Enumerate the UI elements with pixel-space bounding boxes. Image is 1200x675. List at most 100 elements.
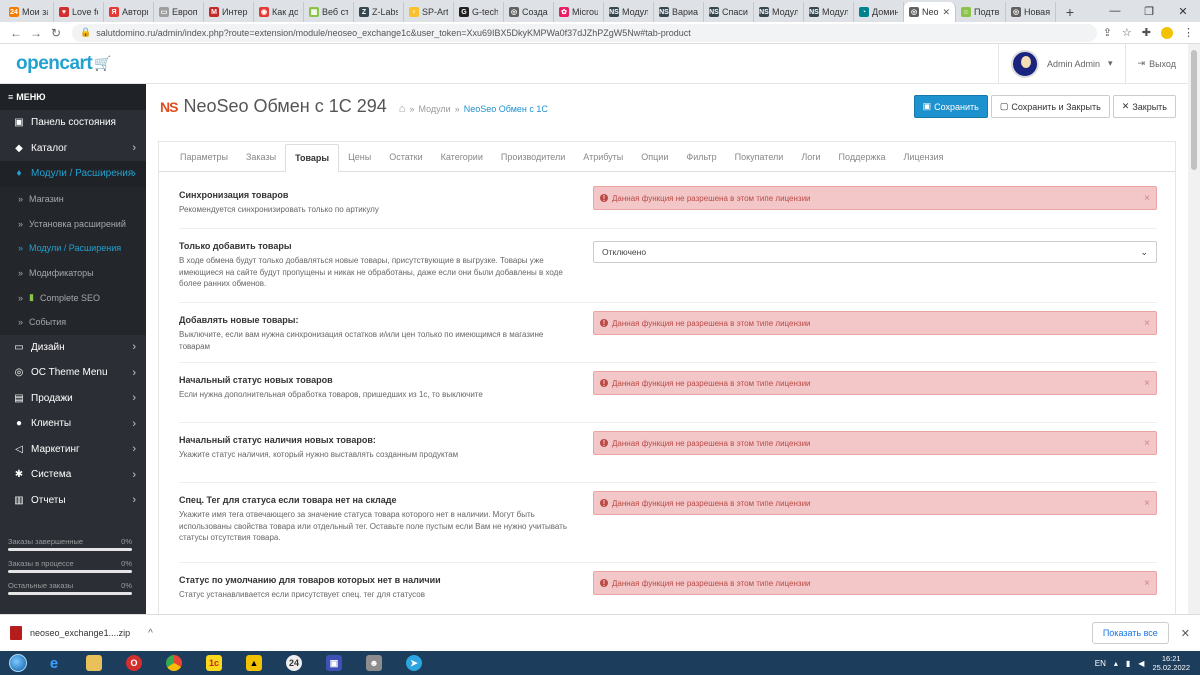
only-add-products-select[interactable]: Отключено ⌄ bbox=[593, 241, 1157, 263]
browser-tab[interactable]: MИнтерн bbox=[204, 2, 254, 22]
download-item[interactable]: neoseo_exchange1....zip ^ bbox=[10, 626, 153, 640]
close-download-bar-icon[interactable]: ✕ bbox=[1181, 627, 1190, 640]
user-menu[interactable]: Admin Admin ▾ bbox=[997, 43, 1125, 84]
sidebar-item[interactable]: ▤ Продажи › bbox=[0, 386, 146, 412]
alert-close-icon[interactable]: × bbox=[1144, 438, 1150, 449]
sidebar-item[interactable]: ◁ Маркетинг › bbox=[0, 437, 146, 463]
opera-icon[interactable]: O bbox=[115, 652, 153, 674]
tray-expand-icon[interactable]: ▴ bbox=[1114, 659, 1118, 668]
sidebar-item[interactable]: ◎ OC Theme Menu › bbox=[0, 360, 146, 386]
browser-tab[interactable]: ▦ Веб ст bbox=[304, 2, 354, 22]
settings-tab[interactable]: Остатки bbox=[380, 143, 431, 171]
sidebar-subitem[interactable]: » ▮ Complete SEO bbox=[0, 285, 146, 310]
app-24-icon[interactable]: 24 bbox=[275, 652, 313, 674]
new-tab-button[interactable]: + bbox=[1060, 2, 1080, 22]
browser-tab[interactable]: ◉ Как до bbox=[254, 2, 304, 22]
page-scrollbar[interactable] bbox=[1188, 44, 1200, 614]
settings-tab[interactable]: Заказы bbox=[237, 143, 285, 171]
chevron-up-icon[interactable]: ^ bbox=[148, 628, 153, 639]
close-window-icon[interactable]: ✕ bbox=[1166, 0, 1200, 22]
tab-close-icon[interactable]: ✕ bbox=[942, 7, 950, 18]
sidebar-item[interactable]: ▥ Отчеты › bbox=[0, 488, 146, 514]
logout-link[interactable]: ⇥ Выход bbox=[1124, 43, 1188, 84]
alert-close-icon[interactable]: × bbox=[1144, 193, 1150, 204]
browser-tab[interactable]: ▭Европа bbox=[154, 2, 204, 22]
save-button[interactable]: ▣ Сохранить bbox=[913, 95, 988, 118]
volume-icon[interactable]: ◀ bbox=[1138, 659, 1144, 668]
forward-icon[interactable]: → bbox=[26, 26, 46, 40]
back-icon[interactable]: ← bbox=[6, 26, 26, 40]
sidebar-item[interactable]: ✱ Система › bbox=[0, 462, 146, 488]
sidebar-item[interactable]: ▭ Дизайн › bbox=[0, 335, 146, 361]
1c-icon[interactable]: 1c bbox=[195, 652, 233, 674]
sidebar-subitem[interactable]: » Модификаторы bbox=[0, 260, 146, 286]
browser-menu-icon[interactable]: ⋮ bbox=[1183, 26, 1194, 39]
alert-close-icon[interactable]: × bbox=[1144, 378, 1150, 389]
settings-tab[interactable]: Производители bbox=[492, 143, 574, 171]
settings-tab[interactable]: Логи bbox=[792, 143, 829, 171]
settings-tab[interactable]: Опции bbox=[632, 143, 677, 171]
settings-tab[interactable]: Покупатели bbox=[726, 143, 793, 171]
profile-icon[interactable] bbox=[1161, 26, 1173, 39]
opencart-logo[interactable]: opencart 🛒 bbox=[0, 53, 146, 75]
browser-tab[interactable]: ♀ SP-Arti bbox=[404, 2, 454, 22]
sidebar-item[interactable]: ♦ Модули / Расширения › bbox=[0, 161, 146, 187]
start-button[interactable] bbox=[2, 652, 34, 674]
home-icon[interactable]: ⌂ bbox=[399, 103, 406, 115]
breadcrumb-modules[interactable]: Модули bbox=[418, 104, 450, 114]
sidebar-subitem[interactable]: » Установка расширений bbox=[0, 211, 146, 236]
minimize-icon[interactable]: — bbox=[1098, 0, 1132, 22]
network-icon[interactable]: ▮ bbox=[1126, 659, 1130, 668]
browser-tab[interactable]: ◔ Домин bbox=[854, 2, 904, 22]
language-indicator[interactable]: EN bbox=[1095, 659, 1106, 668]
sidebar-item[interactable]: ● Клиенты › bbox=[0, 411, 146, 437]
browser-tab[interactable]: ♥Love fo bbox=[54, 2, 104, 22]
telegram-icon[interactable]: ➤ bbox=[395, 652, 433, 674]
settings-tab[interactable]: Поддержка bbox=[830, 143, 895, 171]
show-all-downloads-button[interactable]: Показать все bbox=[1091, 622, 1169, 644]
save-app-icon[interactable]: ▣ bbox=[315, 652, 353, 674]
share-icon[interactable]: ⇪ bbox=[1103, 26, 1112, 39]
sidebar-item[interactable]: ◆ Каталог › bbox=[0, 136, 146, 162]
browser-tab[interactable]: ЯАвтори bbox=[104, 2, 154, 22]
alert-close-icon[interactable]: × bbox=[1144, 318, 1150, 329]
maximize-icon[interactable]: ❐ bbox=[1132, 0, 1166, 22]
clock[interactable]: 16:21 25.02.2022 bbox=[1152, 654, 1190, 672]
chrome-icon[interactable] bbox=[155, 652, 193, 674]
browser-tab[interactable]: NSСпасиб bbox=[704, 2, 754, 22]
sidebar-subitem[interactable]: » События bbox=[0, 309, 146, 335]
explorer-icon[interactable] bbox=[75, 652, 113, 674]
settings-tab[interactable]: Лицензия bbox=[895, 143, 953, 171]
settings-tab[interactable]: Товары bbox=[285, 144, 340, 172]
browser-tab[interactable]: NS Модул bbox=[804, 2, 854, 22]
browser-tab[interactable]: NSВариан bbox=[654, 2, 704, 22]
breadcrumb-current[interactable]: NeoSeo Обмен с 1С bbox=[464, 104, 548, 114]
save-and-close-button[interactable]: ▢ Сохранить и Закрыть bbox=[990, 95, 1110, 118]
settings-tab[interactable]: Фильтр bbox=[677, 143, 725, 171]
ie-icon[interactable]: e bbox=[35, 652, 73, 674]
bookmark-star-icon[interactable]: ☆ bbox=[1122, 26, 1132, 39]
sidebar-subitem[interactable]: » Магазин bbox=[0, 186, 146, 212]
browser-tab[interactable]: ◎ Новая bbox=[1006, 2, 1056, 22]
settings-tab[interactable]: Категории bbox=[432, 143, 492, 171]
extensions-icon[interactable]: ✚ bbox=[1142, 26, 1151, 39]
alert-close-icon[interactable]: × bbox=[1144, 498, 1150, 509]
url-field[interactable]: 🔒 salutdomino.ru/admin/index.php?route=e… bbox=[72, 23, 1097, 42]
sidebar-subitem[interactable]: » Модули / Расширения bbox=[0, 235, 146, 261]
scrollbar-thumb[interactable] bbox=[1191, 50, 1197, 170]
user-app-icon[interactable]: ☻ bbox=[355, 652, 393, 674]
settings-tab[interactable]: Цены bbox=[339, 143, 380, 171]
browser-tab[interactable]: NS Модул bbox=[754, 2, 804, 22]
settings-tab[interactable]: Атрибуты bbox=[574, 143, 632, 171]
reload-icon[interactable]: ↻ bbox=[46, 26, 66, 40]
close-button[interactable]: ✕ Закрыть bbox=[1112, 95, 1176, 118]
batman-app-icon[interactable]: ▲ bbox=[235, 652, 273, 674]
settings-tab[interactable]: Параметры bbox=[171, 143, 237, 171]
browser-tab[interactable]: NS Модул bbox=[604, 2, 654, 22]
browser-tab[interactable]: ☺ Подтв bbox=[956, 2, 1006, 22]
browser-tab[interactable]: G G-tech bbox=[454, 2, 504, 22]
browser-tab[interactable]: 24Мои за bbox=[4, 2, 54, 22]
sidebar-item[interactable]: ▣ Панель состояния bbox=[0, 110, 146, 136]
browser-tab[interactable]: Z Z-Labs bbox=[354, 2, 404, 22]
browser-tab[interactable]: ◎Создан bbox=[504, 2, 554, 22]
